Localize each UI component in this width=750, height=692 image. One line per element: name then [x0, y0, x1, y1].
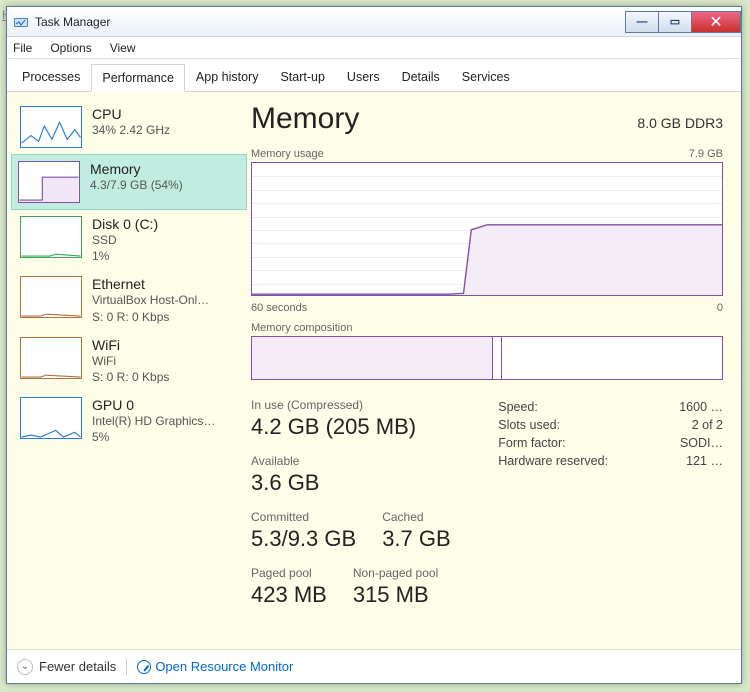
- open-resource-monitor-link[interactable]: Open Resource Monitor: [155, 659, 293, 674]
- stat-cached: Cached3.7 GB: [382, 510, 450, 552]
- minimize-button[interactable]: —: [625, 11, 659, 33]
- memory-composition-chart[interactable]: [251, 336, 723, 380]
- composition-segment: [252, 337, 492, 379]
- sidebar-sub: WiFi: [92, 353, 169, 369]
- chevron-down-icon: ⌄: [17, 659, 33, 675]
- gpu0-thumb: [20, 397, 82, 439]
- memory-spec: 8.0 GB DDR3: [637, 115, 723, 131]
- chart-label-right: 7.9 GB: [689, 148, 723, 160]
- sidebar-item-disk0[interactable]: Disk 0 (C:)SSD1%: [11, 210, 247, 270]
- sidebar-sub: VirtualBox Host-Onl…: [92, 292, 209, 308]
- tab-strip: ProcessesPerformanceApp historyStart-upU…: [7, 59, 741, 92]
- sidebar-sub: S: 0 R: 0 Kbps: [92, 309, 209, 325]
- tab-details[interactable]: Details: [391, 63, 451, 91]
- sidebar-sub: SSD: [92, 232, 158, 248]
- menu-view[interactable]: View: [110, 41, 136, 55]
- stat-paged-pool: Paged pool423 MB: [251, 566, 327, 608]
- window-title: Task Manager: [35, 15, 110, 29]
- stat-non-paged-pool: Non-paged pool315 MB: [353, 566, 438, 608]
- maximize-button[interactable]: ▭: [658, 11, 692, 33]
- chart-x-right: 0: [717, 302, 723, 314]
- sidebar-title: Disk 0 (C:): [92, 216, 158, 232]
- disk0-thumb: [20, 216, 82, 258]
- sidebar-sub: 4.3/7.9 GB (54%): [90, 177, 183, 193]
- composition-label: Memory composition: [251, 322, 352, 334]
- tab-services[interactable]: Services: [451, 63, 521, 91]
- tab-processes[interactable]: Processes: [11, 63, 91, 91]
- resource-monitor-icon: [137, 660, 151, 674]
- tab-users[interactable]: Users: [336, 63, 391, 91]
- spec-row: Form factor:SODI…: [498, 434, 723, 452]
- sidebar-sub: 1%: [92, 248, 158, 264]
- perf-sidebar: CPU34% 2.42 GHzMemory4.3/7.9 GB (54%)Dis…: [7, 92, 251, 650]
- sidebar-item-memory[interactable]: Memory4.3/7.9 GB (54%): [11, 154, 247, 210]
- menu-options[interactable]: Options: [50, 41, 91, 55]
- sidebar-title: WiFi: [92, 337, 169, 353]
- spec-row: Slots used:2 of 2: [498, 416, 723, 434]
- memory-panel: Memory 8.0 GB DDR3 Memory usage 7.9 GB 6…: [251, 92, 741, 650]
- spec-row: Hardware reserved:121 …: [498, 452, 723, 470]
- page-title: Memory: [251, 102, 359, 136]
- sidebar-item-cpu[interactable]: CPU34% 2.42 GHz: [11, 100, 247, 154]
- composition-segment: [492, 337, 501, 379]
- tab-performance[interactable]: Performance: [91, 64, 185, 92]
- chart-label-left: Memory usage: [251, 148, 324, 160]
- ethernet-thumb: [20, 276, 82, 318]
- menu-file[interactable]: File: [13, 41, 32, 55]
- menubar: File Options View: [7, 37, 741, 59]
- sidebar-sub: S: 0 R: 0 Kbps: [92, 369, 169, 385]
- tab-start-up[interactable]: Start-up: [269, 63, 335, 91]
- stat-available: Available3.6 GB: [251, 454, 319, 496]
- sidebar-title: Memory: [90, 161, 183, 177]
- composition-segment: [501, 337, 722, 379]
- sidebar-item-ethernet[interactable]: EthernetVirtualBox Host-Onl…S: 0 R: 0 Kb…: [11, 270, 247, 330]
- sidebar-item-wifi[interactable]: WiFiWiFiS: 0 R: 0 Kbps: [11, 331, 247, 391]
- spec-row: Speed:1600 …: [498, 398, 723, 416]
- wifi-thumb: [20, 337, 82, 379]
- close-button[interactable]: ✕: [691, 11, 741, 33]
- sidebar-title: Ethernet: [92, 276, 209, 292]
- task-manager-window: Task Manager — ▭ ✕ File Options View Pro…: [6, 6, 742, 684]
- footer: ⌄ Fewer details Open Resource Monitor: [7, 649, 741, 683]
- stat-committed: Committed5.3/9.3 GB: [251, 510, 356, 552]
- cpu-thumb: [20, 106, 82, 148]
- sidebar-title: CPU: [92, 106, 170, 122]
- titlebar: Task Manager — ▭ ✕: [7, 7, 741, 37]
- memory-thumb: [18, 161, 80, 203]
- chart-x-left: 60 seconds: [251, 302, 307, 314]
- memory-usage-chart[interactable]: [251, 162, 723, 296]
- app-icon: [13, 14, 29, 30]
- fewer-details-link[interactable]: Fewer details: [39, 659, 116, 674]
- sidebar-item-gpu0[interactable]: GPU 0Intel(R) HD Graphics…5%: [11, 391, 247, 451]
- stat-in-use-compressed-: In use (Compressed)4.2 GB (205 MB): [251, 398, 416, 440]
- sidebar-sub: Intel(R) HD Graphics…: [92, 413, 215, 429]
- sidebar-sub: 5%: [92, 429, 215, 445]
- sidebar-sub: 34% 2.42 GHz: [92, 122, 170, 138]
- tab-app-history[interactable]: App history: [185, 63, 270, 91]
- sidebar-title: GPU 0: [92, 397, 215, 413]
